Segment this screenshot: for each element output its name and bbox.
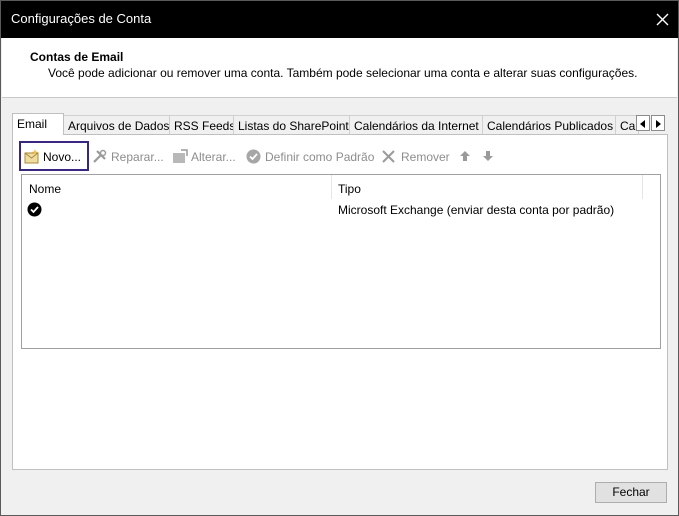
accounts-list[interactable]: Nome Tipo Microsoft Exchange (enviar des…	[21, 174, 661, 349]
email-tab-panel: Novo... Reparar... Alterar... Definir co…	[12, 134, 668, 470]
new-email-icon	[24, 149, 39, 164]
tab-internet-calendars[interactable]: Calendários da Internet	[349, 115, 483, 135]
tab-published-calendars[interactable]: Calendários Publicados	[482, 115, 616, 135]
tab-sharepoint-lists[interactable]: Listas do SharePoint	[233, 115, 350, 135]
tab-strip: Email Arquivos de Dados RSS Feeds Listas…	[12, 113, 668, 135]
change-account-icon	[173, 149, 188, 163]
tab-label: Calendários da Internet	[354, 119, 479, 133]
remove-button[interactable]: Remover	[382, 141, 450, 171]
move-down-button[interactable]	[481, 141, 495, 171]
move-up-button[interactable]	[458, 141, 472, 171]
tab-data-files[interactable]: Arquivos de Dados	[63, 115, 170, 135]
repair-label: Reparar...	[111, 150, 164, 164]
repair-tools-icon	[93, 149, 107, 163]
remove-x-icon	[382, 150, 395, 163]
account-settings-dialog: Configurações de Conta Contas de Email V…	[0, 0, 679, 516]
new-account-label: Novo...	[43, 150, 82, 164]
tab-scroll-right[interactable]	[651, 115, 665, 131]
header-description: Você pode adicionar ou remover uma conta…	[48, 66, 638, 80]
set-default-label: Definir como Padrão	[265, 150, 375, 164]
list-header: Nome Tipo	[22, 175, 660, 199]
new-account-button[interactable]: Novo...	[19, 141, 89, 171]
window-title: Configurações de Conta	[11, 11, 152, 26]
arrow-up-icon	[460, 151, 470, 161]
default-account-check-icon	[27, 202, 42, 217]
column-header-type[interactable]: Tipo	[338, 182, 361, 196]
column-header-name[interactable]: Nome	[29, 182, 61, 196]
tab-label: Email	[17, 117, 48, 131]
tab-rss-feeds[interactable]: RSS Feeds	[169, 115, 236, 135]
tab-label: Ca	[620, 119, 636, 133]
arrow-down-icon	[483, 151, 493, 161]
title-bar: Configurações de Conta	[1, 1, 678, 38]
tab-label: Arquivos de Dados	[68, 119, 170, 133]
close-icon	[656, 13, 669, 26]
tab-label: RSS Feeds	[174, 119, 236, 133]
tab-label: Calendários Publicados	[487, 119, 614, 133]
tab-label: Listas do SharePoint	[238, 119, 349, 133]
close-window-button[interactable]	[648, 1, 678, 38]
change-button[interactable]: Alterar...	[172, 141, 244, 171]
close-button[interactable]: Fechar	[595, 482, 667, 503]
set-default-button[interactable]: Definir como Padrão	[246, 141, 376, 171]
column-divider[interactable]	[642, 175, 643, 199]
check-circle-icon	[246, 149, 261, 164]
arrow-left-icon	[640, 120, 645, 128]
repair-button[interactable]: Reparar...	[92, 141, 170, 171]
header-title: Contas de Email	[30, 50, 124, 64]
column-divider[interactable]	[331, 175, 332, 199]
account-type-cell: Microsoft Exchange (enviar desta conta p…	[338, 203, 615, 217]
arrow-right-icon	[656, 120, 661, 128]
tab-scroll-left[interactable]	[636, 115, 650, 131]
table-row[interactable]: Microsoft Exchange (enviar desta conta p…	[22, 199, 660, 219]
remove-label: Remover	[401, 150, 450, 164]
dialog-header: Contas de Email Você pode adicionar ou r…	[2, 38, 677, 98]
tab-email[interactable]: Email	[12, 113, 64, 135]
change-label: Alterar...	[191, 150, 236, 164]
